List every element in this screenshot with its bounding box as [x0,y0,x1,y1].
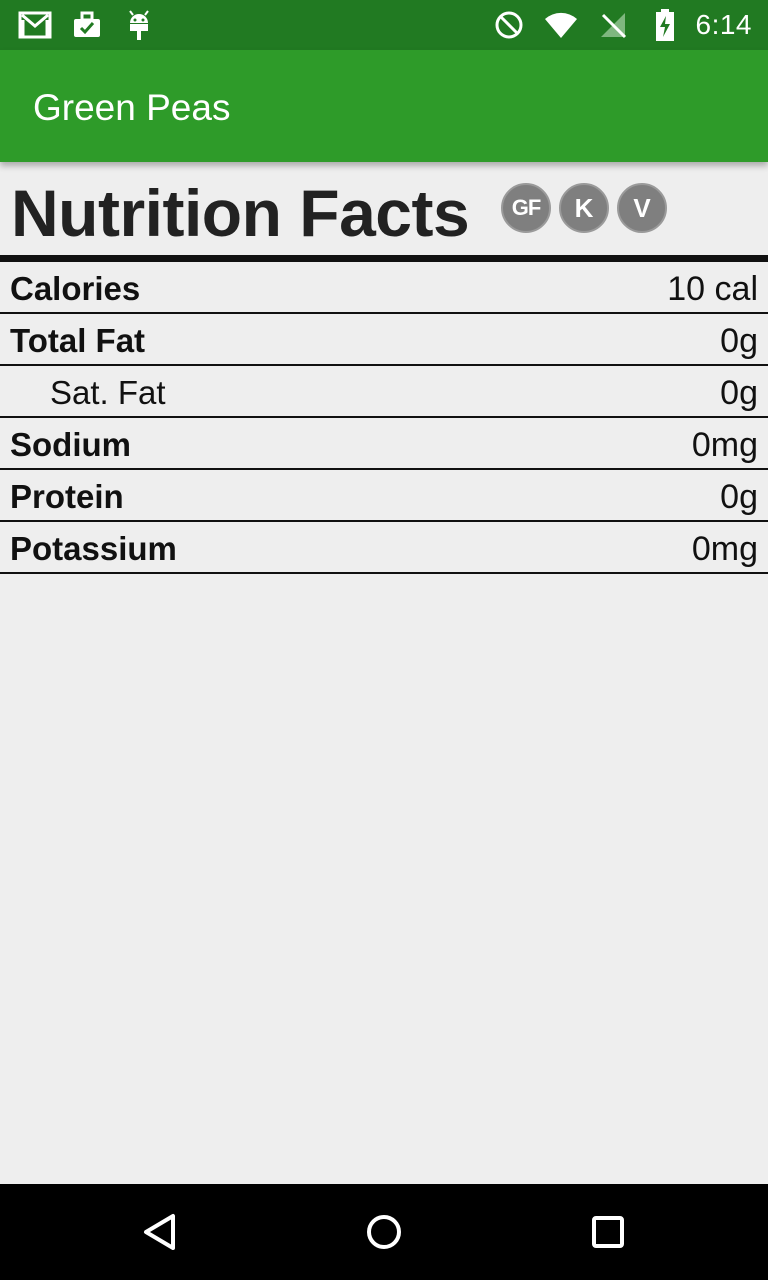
nutrient-label: Sodium [10,426,131,463]
nutrition-row-sat-fat: Sat. Fat 0g [0,366,768,418]
system-icons: 6:14 [492,8,753,42]
nutrient-label: Sat. Fat [50,374,166,411]
nutrient-value: 0g [720,478,758,516]
divider [0,255,768,262]
nutrient-value: 0mg [691,426,758,464]
nutrition-row-calories: Calories 10 cal [0,262,768,314]
nutrition-facts-heading: Nutrition Facts [11,176,470,250]
nutrient-label: Potassium [10,530,177,567]
battery-charging-icon [648,8,682,42]
briefcase-check-icon [70,8,104,42]
nutrition-row-potassium: Potassium 0mg [0,522,768,574]
home-icon[interactable] [360,1208,408,1256]
vegan-icon: V [617,183,667,233]
nutrient-value: 0mg [691,530,758,568]
nutrition-header: Nutrition Facts GF K V [0,162,768,258]
status-bar: 6:14 [0,0,768,50]
notification-icons [18,8,156,42]
nutrition-row-protein: Protein 0g [0,470,768,522]
kosher-icon: K [559,183,609,233]
nutrient-label: Calories [10,270,141,307]
nutrition-row-total-fat: Total Fat 0g [0,314,768,366]
gluten-free-icon: GF [501,183,551,233]
nutrient-label: Protein [10,478,124,515]
do-not-disturb-icon [492,8,526,42]
wifi-icon [544,8,578,42]
back-icon[interactable] [136,1208,184,1256]
nutrient-value: 0g [720,374,758,412]
page-title: Green Peas [33,87,231,128]
diet-badges: GF K V [501,183,667,233]
recents-icon[interactable] [584,1208,632,1256]
nutrition-rows: Calories 10 cal Total Fat 0g Sat. Fat 0g… [0,262,768,574]
nutrient-value: 10 cal [667,270,758,308]
android-icon [122,8,156,42]
nutrient-label: Total Fat [10,322,146,359]
nutrient-value: 0g [720,322,758,360]
navigation-bar [0,1184,768,1280]
no-signal-icon [596,8,630,42]
app-bar: Green Peas [0,50,768,162]
gmail-icon [18,8,52,42]
nutrition-row-sodium: Sodium 0mg [0,418,768,470]
nutrition-panel: Nutrition Facts GF K V Calories 10 cal T… [0,162,768,1184]
clock: 6:14 [695,9,752,40]
